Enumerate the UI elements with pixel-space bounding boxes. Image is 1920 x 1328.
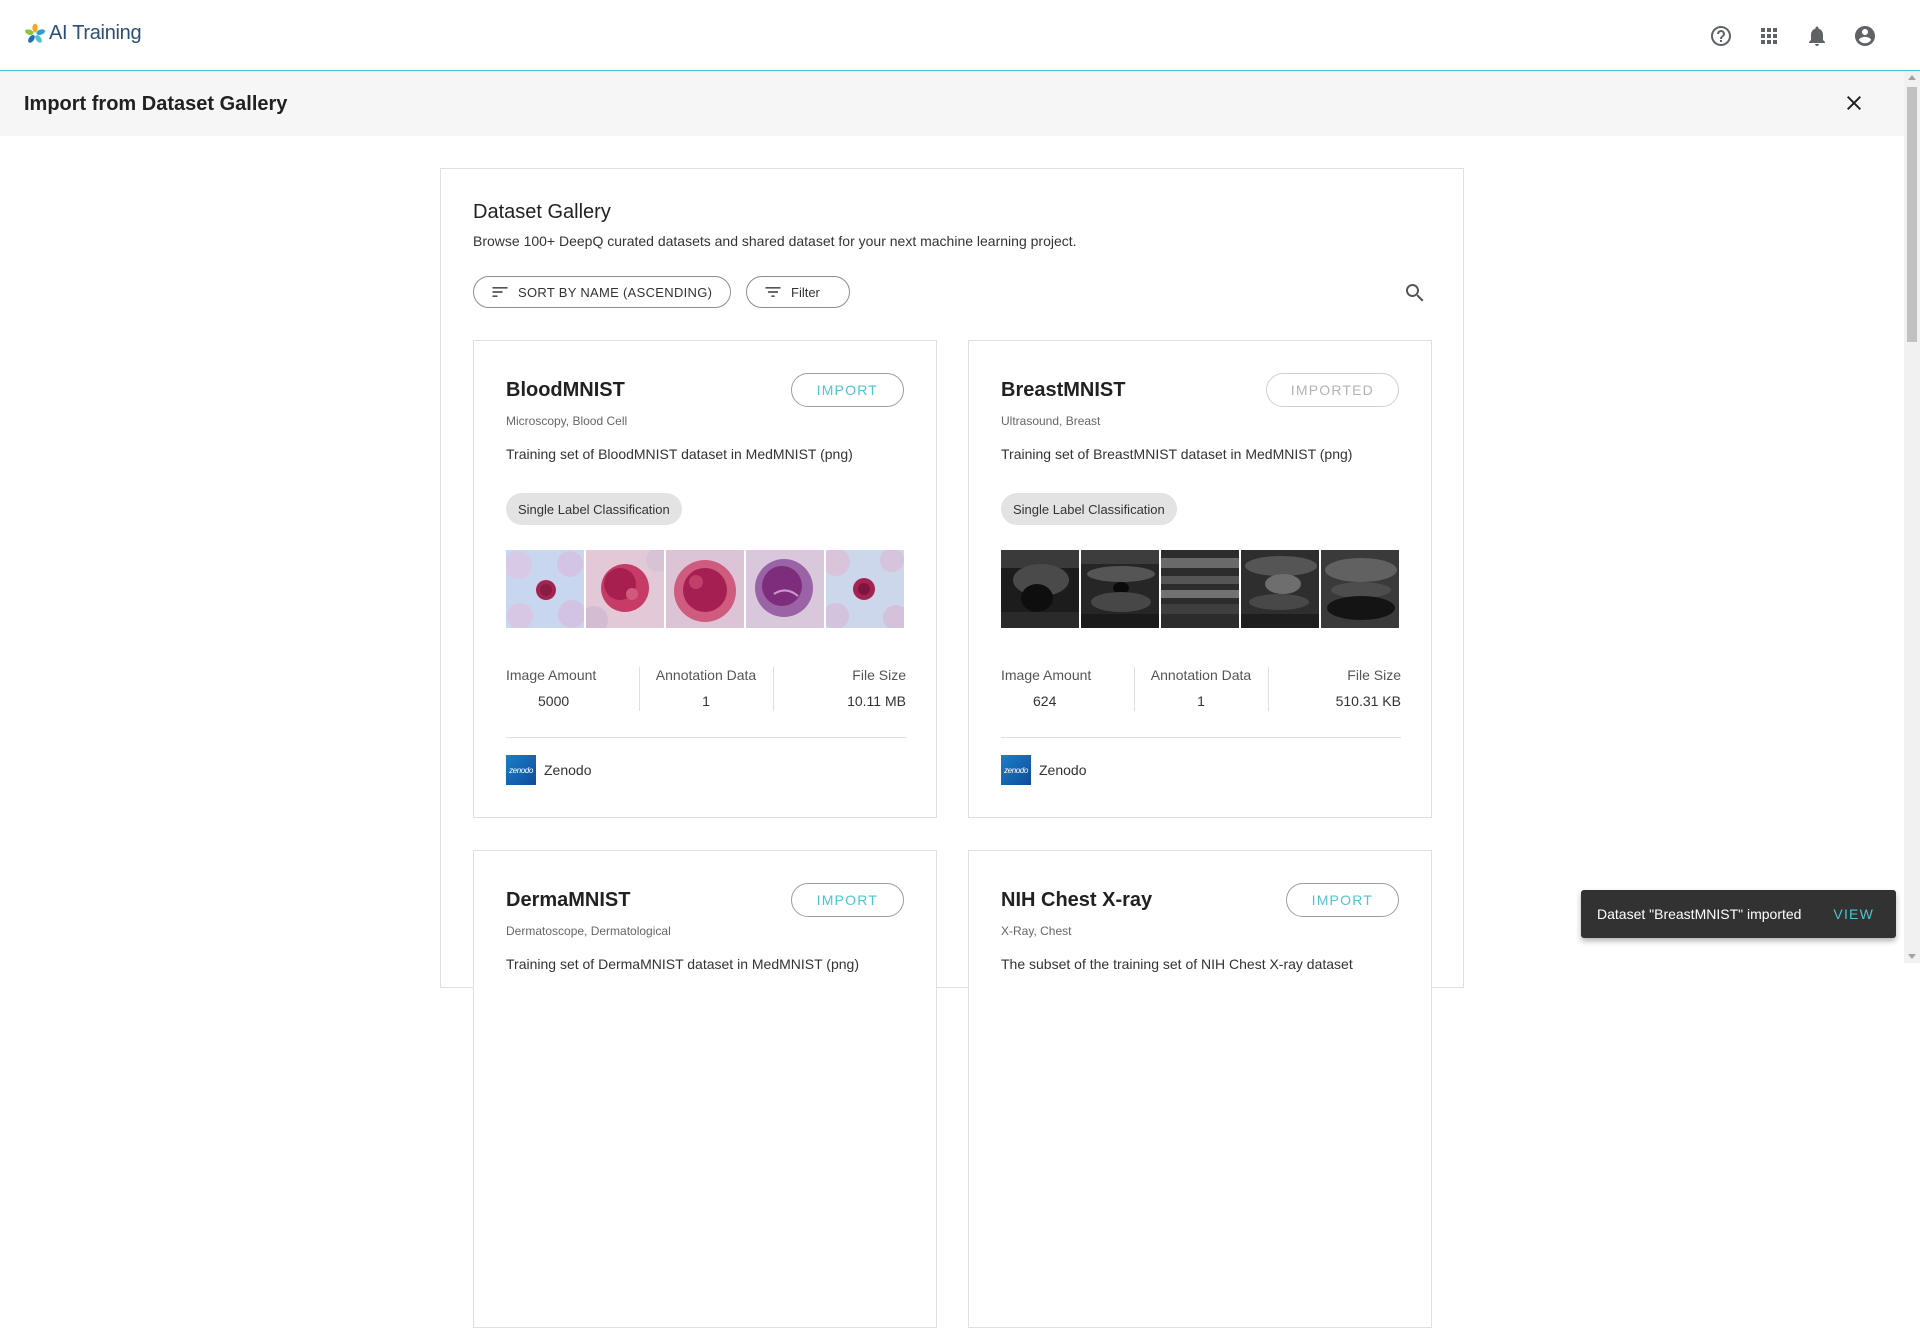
card-divider — [1001, 737, 1401, 738]
dataset-card[interactable]: DermaMNIST Dermatoscope, Dermatological … — [473, 850, 937, 1328]
stat-file-size: File Size 10.11 MB — [772, 667, 906, 711]
scroll-down-arrow-icon[interactable] — [1908, 954, 1916, 959]
preview-image — [826, 550, 904, 628]
dataset-description: The subset of the training set of NIH Ch… — [1001, 956, 1353, 972]
preview-image — [1321, 550, 1399, 628]
preview-image — [1161, 550, 1239, 628]
preview-image — [746, 550, 824, 628]
dataset-name: DermaMNIST — [506, 889, 631, 911]
dataset-tags: Ultrasound, Breast — [1001, 414, 1101, 428]
dataset-description: Training set of BloodMNIST dataset in Me… — [506, 446, 853, 462]
stat-file-size: File Size 510.31 KB — [1267, 667, 1401, 711]
dataset-tags: Microscopy, Blood Cell — [506, 414, 628, 428]
dataset-card[interactable]: BloodMNIST Microscopy, Blood Cell IMPORT… — [473, 340, 937, 818]
import-snackbar: Dataset "BreastMNIST" imported VIEW — [1581, 890, 1896, 938]
snackbar-message: Dataset "BreastMNIST" imported — [1597, 906, 1802, 922]
stat-image-amount: Image Amount 624 — [1001, 667, 1134, 711]
zenodo-logo-icon: zenodo — [1001, 755, 1031, 785]
preview-image — [586, 550, 664, 628]
import-button[interactable]: IMPORT — [1285, 883, 1399, 917]
stat-label: Image Amount — [1001, 667, 1092, 683]
preview-image — [1081, 550, 1159, 628]
dataset-tags: X-Ray, Chest — [1001, 924, 1072, 938]
preview-image — [506, 550, 584, 628]
dataset-stats: Image Amount 5000 Annotation Data 1 File… — [506, 667, 906, 711]
sort-button[interactable]: SORT BY NAME (ASCENDING) — [473, 276, 731, 308]
sort-icon — [492, 287, 508, 297]
top-app-bar: AI Training — [0, 0, 1920, 71]
zenodo-logo-icon: zenodo — [506, 755, 536, 785]
card-divider — [506, 737, 906, 738]
stat-value: 1 — [702, 693, 710, 709]
import-button[interactable]: IMPORT — [790, 373, 904, 407]
account-icon[interactable] — [1852, 23, 1878, 49]
scroll-up-arrow-icon[interactable] — [1908, 75, 1916, 80]
dataset-preview-images — [1001, 550, 1399, 628]
task-type-chip: Single Label Classification — [1001, 493, 1177, 525]
scrollbar-thumb[interactable] — [1907, 87, 1917, 342]
dataset-description: Training set of BreastMNIST dataset in M… — [1001, 446, 1353, 462]
stat-label: File Size — [852, 667, 906, 683]
filter-label: Filter — [791, 284, 820, 300]
task-type-chip: Single Label Classification — [506, 493, 682, 525]
dataset-source: zenodo Zenodo — [506, 755, 591, 785]
dataset-name: NIH Chest X-ray — [1001, 889, 1153, 911]
search-icon[interactable] — [1403, 281, 1427, 305]
dataset-preview-images — [506, 550, 904, 628]
page-header: Import from Dataset Gallery — [0, 71, 1904, 136]
dataset-name: BloodMNIST — [506, 379, 625, 401]
dataset-card[interactable]: BreastMNIST Ultrasound, Breast IMPORTED … — [968, 340, 1432, 818]
import-button[interactable]: IMPORT — [790, 883, 904, 917]
imported-button[interactable]: IMPORTED — [1265, 373, 1399, 407]
sort-label: SORT BY NAME (ASCENDING) — [518, 284, 713, 300]
filter-button[interactable]: Filter — [746, 276, 850, 308]
preview-image — [666, 550, 744, 628]
app-logo[interactable]: AI Training — [24, 22, 142, 45]
stat-value: 5000 — [538, 693, 570, 709]
notifications-icon[interactable] — [1804, 23, 1830, 49]
stat-image-amount: Image Amount 5000 — [506, 667, 639, 711]
dataset-tags: Dermatoscope, Dermatological — [506, 924, 671, 938]
stat-label: Annotation Data — [655, 667, 757, 683]
filter-icon — [765, 287, 781, 297]
stat-value: 10.11 MB — [847, 693, 906, 709]
app-name: AI Training — [49, 22, 142, 44]
stat-annotation-data: Annotation Data 1 — [639, 667, 772, 711]
dataset-name: BreastMNIST — [1001, 379, 1126, 401]
stat-label: Image Amount — [506, 667, 597, 683]
stat-label: File Size — [1347, 667, 1401, 683]
close-icon[interactable] — [1842, 91, 1866, 115]
page-title: Import from Dataset Gallery — [24, 93, 288, 115]
stat-value: 624 — [1033, 693, 1057, 709]
apps-grid-icon[interactable] — [1756, 23, 1782, 49]
stat-value: 510.31 KB — [1335, 693, 1401, 709]
preview-image — [1241, 550, 1319, 628]
snackbar-view-button[interactable]: VIEW — [1833, 906, 1874, 922]
dataset-source: zenodo Zenodo — [1001, 755, 1086, 785]
stat-label: Annotation Data — [1150, 667, 1252, 683]
dataset-gallery-panel: Dataset Gallery Browse 100+ DeepQ curate… — [440, 168, 1464, 1328]
logo-icon — [25, 23, 45, 43]
gallery-title: Dataset Gallery — [473, 201, 611, 223]
preview-image — [1001, 550, 1079, 628]
dataset-stats: Image Amount 624 Annotation Data 1 File … — [1001, 667, 1401, 711]
stat-annotation-data: Annotation Data 1 — [1134, 667, 1267, 711]
gallery-subtitle: Browse 100+ DeepQ curated datasets and s… — [473, 233, 1077, 249]
source-name: Zenodo — [1039, 762, 1087, 778]
help-icon[interactable] — [1708, 23, 1734, 49]
stat-value: 1 — [1197, 693, 1205, 709]
page-scrollbar[interactable] — [1904, 71, 1920, 963]
dataset-description: Training set of DermaMNIST dataset in Me… — [506, 956, 859, 972]
dataset-card[interactable]: NIH Chest X-ray X-Ray, Chest IMPORT The … — [968, 850, 1432, 1328]
source-name: Zenodo — [544, 762, 592, 778]
